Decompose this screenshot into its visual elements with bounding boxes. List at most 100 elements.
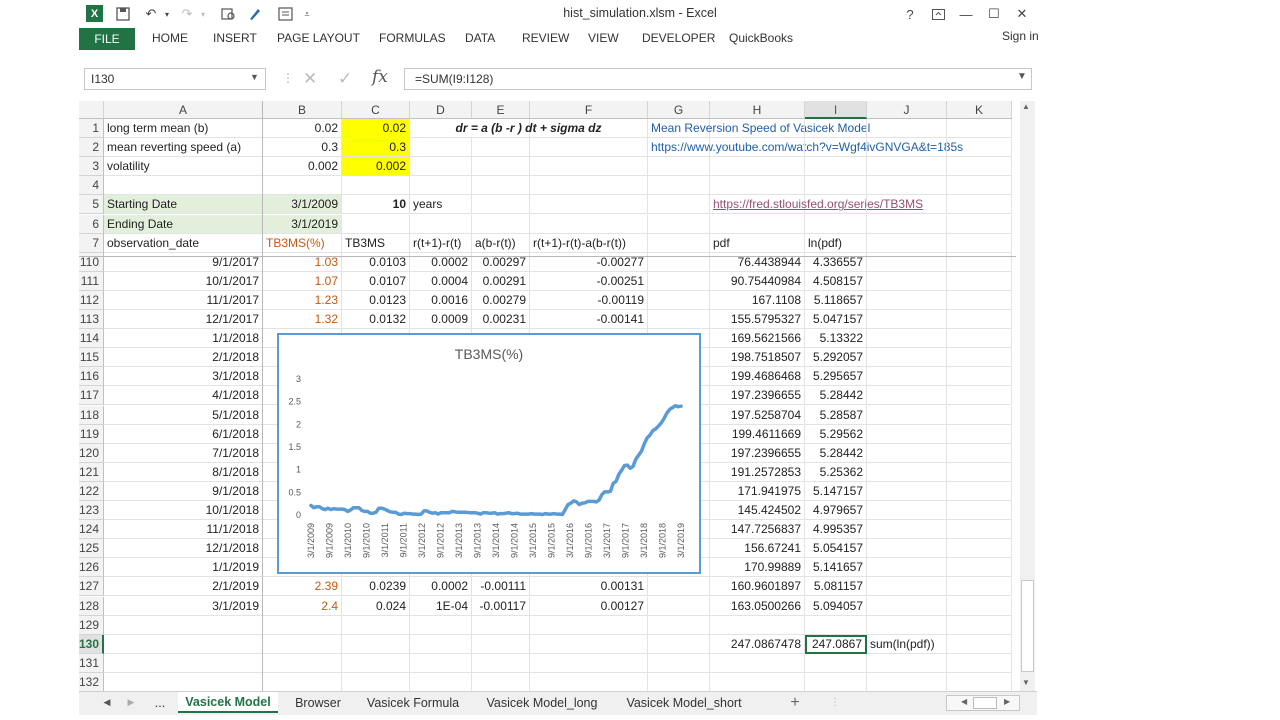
cell-j116[interactable] [867, 367, 947, 387]
cell-c130[interactable] [342, 634, 410, 654]
cell-b6[interactable]: 3/1/2019 [263, 214, 342, 234]
cell-b132[interactable] [263, 672, 342, 691]
cell-b3[interactable]: 0.002 [263, 157, 342, 177]
row-header-123[interactable]: 123 [79, 501, 104, 521]
tab-insert[interactable]: INSERT [213, 31, 257, 45]
vertical-scroll-thumb[interactable] [1021, 580, 1034, 672]
row-header-7[interactable]: 7 [79, 233, 104, 253]
cell-c3[interactable]: 0.002 [342, 157, 410, 177]
expand-formula-bar-icon[interactable]: ▼ [1017, 71, 1027, 82]
row-header-119[interactable]: 119 [79, 424, 104, 444]
cell-d130[interactable] [410, 634, 472, 654]
cell-k120[interactable] [947, 443, 1012, 463]
cell-i130[interactable]: 247.0867 [805, 634, 867, 654]
row-header-2[interactable]: 2 [79, 138, 104, 158]
cell-i118[interactable]: 5.28587 [805, 405, 867, 425]
cell-d132[interactable] [410, 672, 472, 691]
cell-e4[interactable] [472, 176, 530, 196]
cell-c2[interactable]: 0.3 [342, 138, 410, 158]
cell-i112[interactable]: 5.118657 [805, 290, 867, 310]
cell-h129[interactable] [710, 615, 805, 635]
sheet-tab-browser[interactable]: Browser [282, 692, 354, 713]
cell-h117[interactable]: 197.2396655 [710, 386, 805, 406]
cell-i1[interactable] [805, 119, 867, 139]
cell-i131[interactable] [805, 653, 867, 673]
cell-k132[interactable] [947, 672, 1012, 691]
tab-review[interactable]: REVIEW [522, 31, 569, 45]
cell-e130[interactable] [472, 634, 530, 654]
cell-d3[interactable] [410, 157, 472, 177]
tab-splitter-icon[interactable]: ⋮ [830, 697, 840, 708]
cell-h114[interactable]: 169.5621566 [710, 329, 805, 349]
row-header-111[interactable]: 111 [79, 271, 104, 291]
cell-h122[interactable]: 171.941975 [710, 481, 805, 501]
cell-j120[interactable] [867, 443, 947, 463]
cell-a3[interactable]: volatility [104, 157, 263, 177]
column-header-i[interactable]: I [805, 101, 867, 119]
sheet-tab-vasicek-model[interactable]: Vasicek Model [178, 692, 278, 713]
cell-h113[interactable]: 155.5795327 [710, 310, 805, 330]
cell-j119[interactable] [867, 424, 947, 444]
cell-d5[interactable]: years [410, 195, 472, 215]
row-header-126[interactable]: 126 [79, 558, 104, 578]
cell-h131[interactable] [710, 653, 805, 673]
cell-i129[interactable] [805, 615, 867, 635]
cell-i125[interactable]: 5.054157 [805, 539, 867, 559]
cell-c111[interactable]: 0.0107 [342, 271, 410, 291]
cell-d2[interactable] [410, 138, 472, 158]
cell-e111[interactable]: 0.00291 [472, 271, 530, 291]
cell-h7[interactable]: pdf [710, 233, 805, 253]
ribbon-display-options-icon[interactable] [927, 4, 949, 24]
cell-a111[interactable]: 10/1/2017 [104, 271, 263, 291]
cell-j131[interactable] [867, 653, 947, 673]
column-header-f[interactable]: F [530, 101, 648, 119]
cell-e2[interactable] [472, 138, 530, 158]
cell-i120[interactable]: 5.28442 [805, 443, 867, 463]
cell-g6[interactable] [648, 214, 710, 234]
cell-j2[interactable] [867, 138, 947, 158]
cell-k127[interactable] [947, 577, 1012, 597]
cell-e112[interactable]: 0.00279 [472, 290, 530, 310]
file-tab[interactable]: FILE [79, 28, 135, 50]
cell-g7[interactable] [648, 233, 710, 253]
cell-c6[interactable] [342, 214, 410, 234]
cell-d131[interactable] [410, 653, 472, 673]
cell-b128[interactable]: 2.4 [263, 596, 342, 616]
cancel-icon[interactable]: ✕ [303, 69, 317, 89]
cell-j114[interactable] [867, 329, 947, 349]
row-header-113[interactable]: 113 [79, 310, 104, 330]
maximize-button[interactable]: ☐ [983, 4, 1005, 24]
cell-g3[interactable] [648, 157, 710, 177]
cell-k117[interactable] [947, 386, 1012, 406]
row-header-127[interactable]: 127 [79, 577, 104, 597]
tab-developer[interactable]: DEVELOPER [642, 31, 715, 45]
column-header-c[interactable]: C [342, 101, 410, 119]
cell-h2[interactable] [710, 138, 805, 158]
cell-d4[interactable] [410, 176, 472, 196]
cell-c129[interactable] [342, 615, 410, 635]
cell-c1[interactable]: 0.02 [342, 119, 410, 139]
column-header-a[interactable]: A [104, 101, 263, 119]
cell-e129[interactable] [472, 615, 530, 635]
cell-k123[interactable] [947, 501, 1012, 521]
select-all-corner[interactable] [79, 101, 104, 119]
cell-e131[interactable] [472, 653, 530, 673]
cell-h128[interactable]: 163.0500266 [710, 596, 805, 616]
cell-a126[interactable]: 1/1/2019 [104, 558, 263, 578]
cell-a7[interactable]: observation_date [104, 233, 263, 253]
cell-h5[interactable]: https://fred.stlouisfed.org/series/TB3MS [710, 195, 923, 215]
formula-input[interactable]: =SUM(I9:I128) [404, 68, 1032, 90]
column-header-k[interactable]: K [947, 101, 1012, 119]
cell-e128[interactable]: -0.00117 [472, 596, 530, 616]
cell-i113[interactable]: 5.047157 [805, 310, 867, 330]
cell-g132[interactable] [648, 672, 710, 691]
cell-j124[interactable] [867, 520, 947, 540]
cell-f6[interactable] [530, 214, 648, 234]
cell-j129[interactable] [867, 615, 947, 635]
cell-h118[interactable]: 197.5258704 [710, 405, 805, 425]
cell-i111[interactable]: 4.508157 [805, 271, 867, 291]
cell-h4[interactable] [710, 176, 805, 196]
tb3ms-chart[interactable]: TB3MS(%) 0 0.5 1 1.5 2 2.5 3 3/1/2009 9/1/2009 3/1… [277, 333, 701, 574]
cell-i124[interactable]: 4.995357 [805, 520, 867, 540]
cell-j117[interactable] [867, 386, 947, 406]
